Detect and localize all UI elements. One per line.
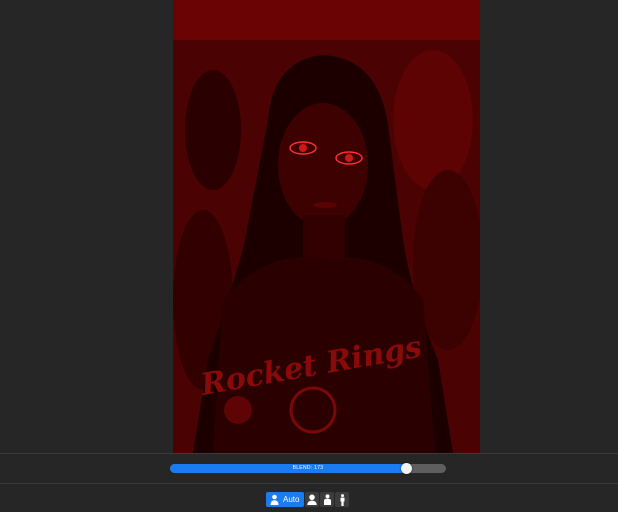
blend-slider-thumb[interactable]	[400, 463, 412, 474]
photo-preview[interactable]: Rocket Rings	[173, 0, 480, 453]
photo-editor: Rocket Rings BLEND: 173 Auto	[0, 0, 618, 512]
mode-full-body-button[interactable]	[335, 492, 350, 507]
person-icon	[270, 494, 279, 505]
blend-slider-track[interactable]: BLEND: 173	[170, 463, 446, 474]
mode-selector: Auto	[266, 492, 350, 507]
canvas-area: Rocket Rings	[0, 0, 618, 453]
mode-half-body-button[interactable]	[320, 492, 335, 507]
person-full-icon	[339, 493, 346, 506]
person-head-icon	[307, 494, 318, 505]
mode-auto-button[interactable]: Auto	[266, 492, 305, 507]
mode-auto-label: Auto	[283, 495, 300, 504]
person-half-icon	[323, 494, 332, 505]
blend-slider-bar: BLEND: 173	[0, 453, 618, 484]
bottom-toolbar: Auto	[0, 484, 618, 512]
mode-head-button[interactable]	[305, 492, 320, 507]
portrait-image: Rocket Rings	[173, 0, 480, 453]
